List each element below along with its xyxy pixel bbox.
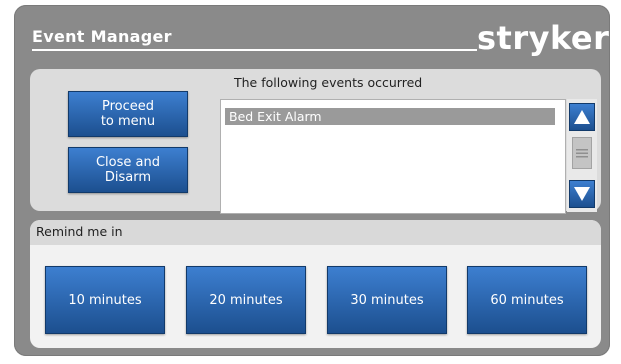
scroll-up-button[interactable]	[569, 103, 595, 131]
title-underline	[32, 49, 477, 51]
list-item[interactable]: Bed Exit Alarm	[225, 108, 555, 125]
remind-panel: Remind me in 10 minutes 20 minutes 30 mi…	[30, 220, 601, 348]
events-list[interactable]: Bed Exit Alarm	[220, 99, 566, 214]
close-label-line1: Close and	[95, 155, 160, 170]
stryker-logo: stryker	[477, 19, 610, 57]
events-panel: Proceed to menu Close and Disarm The fol…	[30, 69, 601, 214]
grip-lines-icon	[576, 149, 588, 158]
events-header: The following events occurred	[234, 75, 423, 90]
proceed-label-line1: Proceed	[101, 99, 154, 114]
remind-60-minutes-button[interactable]: 60 minutes	[467, 266, 587, 334]
close-label-line2: Disarm	[104, 170, 152, 185]
triangle-up-icon	[574, 110, 590, 124]
actions-panel: Proceed to menu Close and Disarm	[30, 69, 216, 211]
proceed-label-line2: to menu	[100, 114, 156, 129]
event-manager-screen: Event Manager stryker Proceed to menu Cl…	[14, 5, 610, 356]
events-scrollbar[interactable]	[567, 99, 597, 212]
remind-20-minutes-button[interactable]: 20 minutes	[186, 266, 306, 334]
remind-label: Remind me in	[36, 224, 123, 239]
remind-header: Remind me in	[30, 220, 601, 245]
remind-10-minutes-button[interactable]: 10 minutes	[45, 266, 165, 334]
page-title: Event Manager	[32, 27, 172, 46]
scroll-thumb[interactable]	[572, 137, 592, 169]
triangle-down-icon	[574, 187, 590, 201]
remind-30-minutes-button[interactable]: 30 minutes	[327, 266, 447, 334]
proceed-to-menu-button[interactable]: Proceed to menu	[68, 91, 188, 137]
scroll-down-button[interactable]	[569, 180, 595, 208]
close-and-disarm-button[interactable]: Close and Disarm	[68, 147, 188, 193]
